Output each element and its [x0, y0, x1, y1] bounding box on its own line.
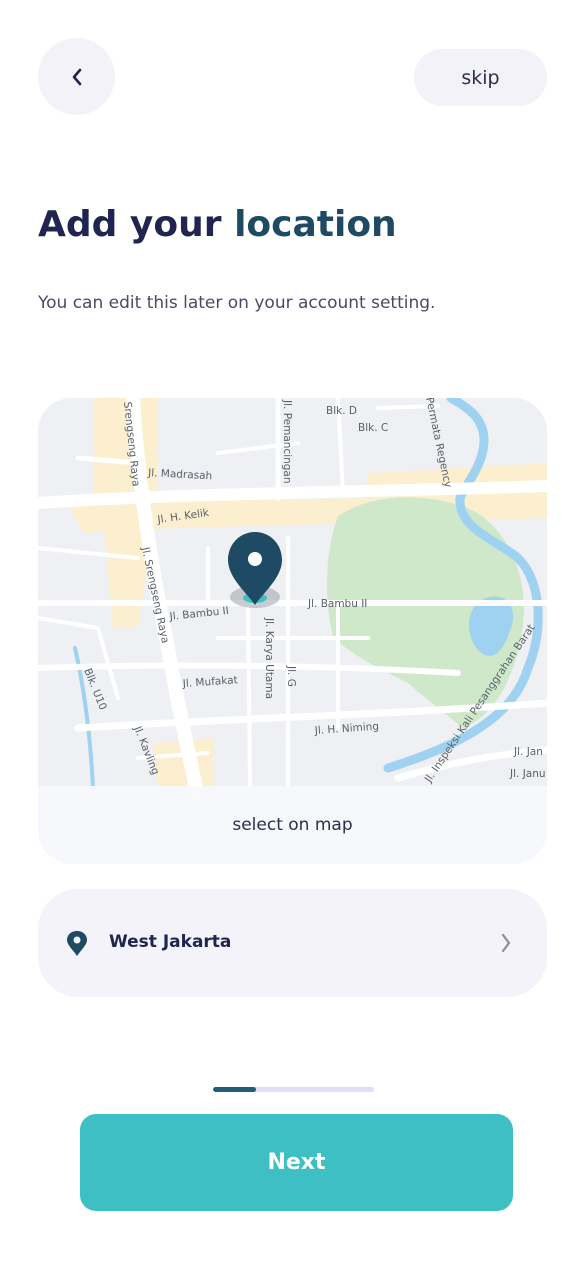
street-label: Jl. Janu — [509, 768, 546, 780]
street-label: Jl. Jan — [513, 746, 543, 758]
select-on-map-button[interactable]: select on map — [38, 786, 547, 864]
chevron-left-icon — [72, 68, 81, 85]
next-button[interactable]: Next — [80, 1114, 513, 1211]
map-pin-icon[interactable] — [228, 532, 282, 608]
pin-hole — [248, 552, 262, 566]
map-pin-icon — [67, 931, 87, 956]
onboarding-progress — [213, 1087, 374, 1092]
street-label: Jl. Pemancingan — [281, 399, 293, 484]
street-label: Jl. Karya Utama — [263, 617, 275, 699]
title-highlight: location — [234, 204, 397, 245]
street-label: Jl. G — [285, 665, 297, 687]
street-label: Blk. C — [358, 422, 388, 434]
back-button[interactable] — [38, 38, 115, 115]
street-label: Jl. Bambu II — [307, 598, 367, 610]
map-card[interactable]: Srengseng Raya Jl. Madrasah Jl. Pemancin… — [38, 398, 547, 864]
progress-fill — [213, 1087, 257, 1092]
skip-button[interactable]: skip — [414, 49, 547, 106]
title-prefix: Add your — [38, 204, 235, 245]
page-subtitle: You can edit this later on your account … — [38, 293, 436, 313]
page-title: Add your location — [38, 204, 397, 245]
location-selector[interactable]: West Jakarta — [38, 889, 547, 997]
street-label: Blk. D — [326, 405, 357, 417]
location-label: West Jakarta — [109, 932, 232, 952]
chevron-right-icon — [501, 933, 511, 953]
